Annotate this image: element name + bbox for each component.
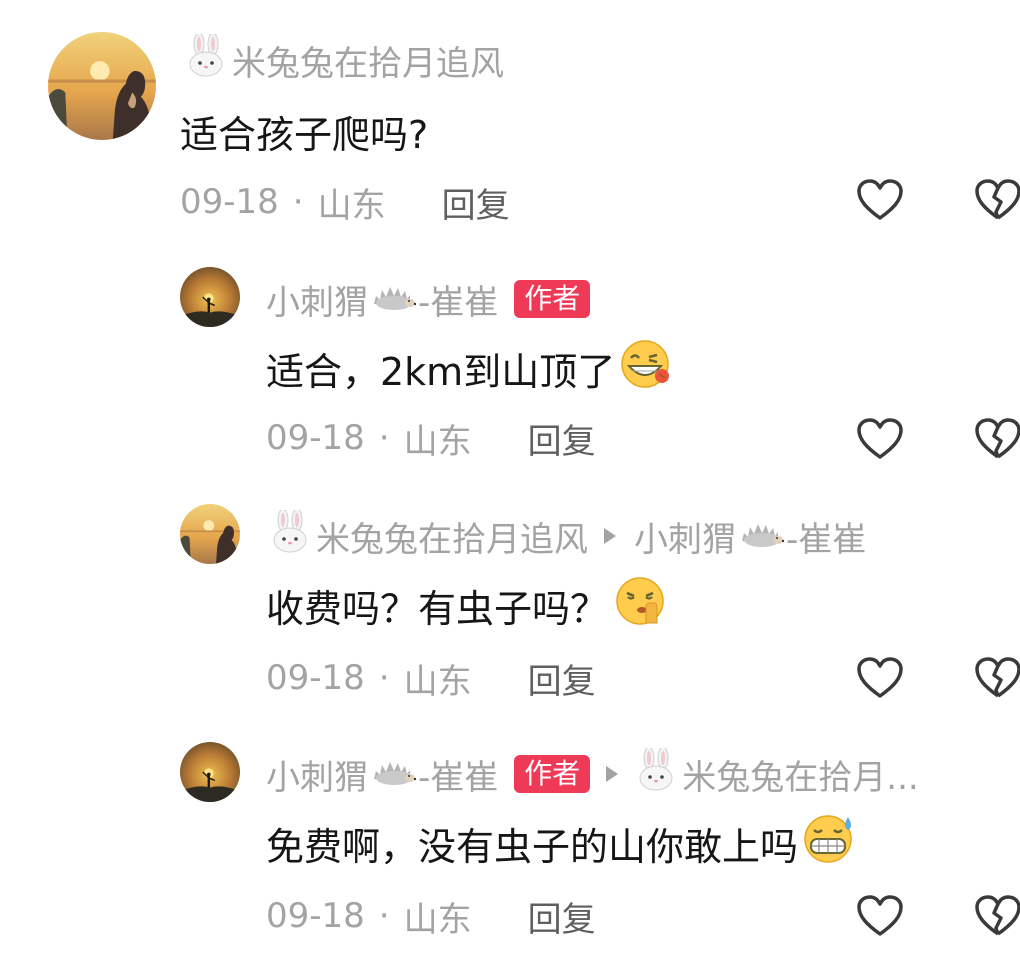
- heart-icon[interactable]: [856, 178, 904, 222]
- broken-heart-icon[interactable]: [974, 894, 1020, 938]
- comment-date: 09-18: [266, 658, 365, 698]
- user-avatar-mitutu[interactable]: [48, 32, 156, 140]
- meta-separator: ·: [378, 658, 390, 698]
- hedgehog-icon: [738, 516, 785, 556]
- comment-header: 米兔兔在拾月追风 小刺猬 -崔崔: [270, 508, 866, 561]
- reply-button[interactable]: 回复: [528, 654, 596, 703]
- reply-button[interactable]: 回复: [528, 414, 596, 463]
- comment-meta: 09-18 · 山东 回复: [180, 178, 510, 227]
- comment-meta: 09-18 · 山东 回复: [266, 654, 596, 703]
- comment-location: 山东: [317, 185, 386, 226]
- comment-content: 适合孩子爬吗?: [180, 112, 429, 157]
- username-suffix[interactable]: -崔崔: [418, 750, 498, 799]
- comment-content: 收费吗？有虫子吗？: [266, 576, 670, 631]
- comment-username[interactable]: 米兔兔在拾月追风: [232, 36, 504, 85]
- comment-content: 适合，2km到山顶了: [266, 339, 677, 394]
- comment-content: 免费啊，没有虫子的山你敢上吗: [266, 814, 860, 869]
- shushing-emoji-icon: [610, 575, 670, 636]
- comment-meta: 09-18 · 山东 回复: [266, 414, 596, 463]
- grinning-emoji-icon: [617, 338, 677, 399]
- reply-to-username[interactable]: 小刺猬: [634, 512, 736, 561]
- heart-icon[interactable]: [856, 894, 904, 938]
- comment-date: 09-18: [266, 418, 365, 458]
- user-avatar-xiaociwei[interactable]: [180, 742, 240, 802]
- reply-to-username[interactable]: 米兔兔在拾月...: [682, 750, 918, 799]
- hedgehog-icon: [370, 279, 417, 319]
- reply-to-suffix[interactable]: -崔崔: [786, 512, 866, 561]
- author-badge: 作者: [514, 755, 591, 793]
- rabbit-icon: [636, 746, 676, 801]
- meta-separator: ·: [292, 182, 304, 222]
- rabbit-icon: [270, 508, 310, 563]
- comment-2: 小刺猬 -崔崔 作者 适合，2km到山顶了 09-18 · 山东 回复: [0, 240, 1020, 480]
- comment-3: 米兔兔在拾月追风 小刺猬 -崔崔 收费吗？有虫子吗？ 09-18 · 山东 回复: [0, 480, 1020, 720]
- comment-header: 米兔兔在拾月追风: [186, 32, 504, 85]
- sunset-portrait-image: [180, 504, 240, 564]
- comment-location: 山东: [403, 421, 472, 462]
- broken-heart-icon[interactable]: [974, 656, 1020, 700]
- comment-date: 09-18: [180, 182, 279, 222]
- reply-button[interactable]: 回复: [442, 178, 510, 227]
- broken-heart-icon[interactable]: [974, 178, 1020, 222]
- grimacing-sweat-emoji-icon: [800, 813, 860, 874]
- meta-separator: ·: [378, 896, 390, 936]
- reply-button[interactable]: 回复: [528, 892, 596, 941]
- heart-icon[interactable]: [856, 417, 904, 461]
- meta-separator: ·: [378, 418, 390, 458]
- comment-4: 小刺猬 -崔崔 作者 米兔兔在拾月... 免费啊，没有虫子的山你敢上吗 09-1…: [0, 720, 1020, 956]
- sunset-silhouette-image: [180, 267, 240, 327]
- reply-arrow-icon: [606, 766, 619, 782]
- author-badge: 作者: [514, 280, 591, 318]
- comment-header: 小刺猬 -崔崔 作者 米兔兔在拾月...: [266, 746, 919, 799]
- comment-header: 小刺猬 -崔崔 作者: [266, 275, 591, 324]
- broken-heart-icon[interactable]: [974, 417, 1020, 461]
- user-avatar-xiaociwei[interactable]: [180, 267, 240, 327]
- comment-username[interactable]: 小刺猬: [266, 275, 368, 324]
- username-suffix[interactable]: -崔崔: [418, 275, 498, 324]
- comment-1: 米兔兔在拾月追风 适合孩子爬吗? 09-18 · 山东 回复: [0, 0, 1020, 240]
- comment-date: 09-18: [266, 896, 365, 936]
- hedgehog-icon: [370, 754, 417, 794]
- comment-username[interactable]: 米兔兔在拾月追风: [316, 512, 588, 561]
- comment-location: 山东: [403, 661, 472, 702]
- user-avatar-mitutu[interactable]: [180, 504, 240, 564]
- comment-username[interactable]: 小刺猬: [266, 750, 368, 799]
- comment-meta: 09-18 · 山东 回复: [266, 892, 596, 941]
- reply-arrow-icon: [604, 528, 616, 544]
- rabbit-icon: [186, 32, 226, 87]
- heart-icon[interactable]: [856, 656, 904, 700]
- comment-location: 山东: [403, 899, 472, 940]
- sunset-silhouette-image: [180, 742, 240, 802]
- sunset-portrait-image: [48, 32, 156, 140]
